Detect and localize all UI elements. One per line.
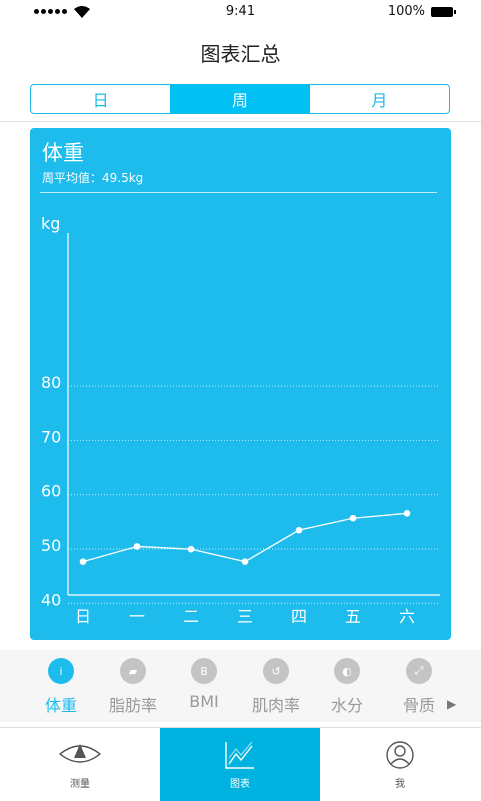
tab-measure[interactable]: 测量: [0, 728, 160, 801]
water-icon: ◐: [334, 658, 360, 684]
bone-icon: ⤢: [406, 658, 432, 684]
period-selector: 日 周 月: [30, 84, 450, 114]
x-tick-label: 四: [291, 607, 307, 626]
chart-icon: [225, 741, 254, 769]
tab-month[interactable]: 月: [310, 85, 449, 113]
metric-fat[interactable]: ▰ 脂肪率: [98, 658, 168, 716]
tab-chart[interactable]: 图表: [160, 728, 320, 801]
status-bar: 9:41 100%: [0, 0, 481, 24]
metric-bone[interactable]: ⤢ 骨质: [384, 658, 454, 716]
tab-day[interactable]: 日: [31, 85, 170, 113]
y-tick-label: 50: [41, 536, 61, 555]
tab-label: 图表: [230, 779, 250, 790]
bottom-tab-bar: 测量 图表 我: [0, 727, 481, 801]
data-point: [79, 558, 87, 565]
weight-chart-card: 体重 周平均值：49.5kg kg304050607080日一二三四五六: [30, 128, 451, 640]
data-point: [403, 510, 411, 517]
metric-label: BMI: [189, 692, 219, 711]
metric-selector: ⅰ 体重 ▰ 脂肪率 B BMI ↺ 肌肉率 ◐ 水分 ⤢ 骨质: [0, 650, 481, 722]
metric-label: 体重: [44, 696, 77, 715]
profile-icon: [386, 741, 414, 769]
x-tick-label: 日: [75, 607, 91, 626]
data-point: [187, 545, 195, 553]
muscle-icon: ↺: [263, 658, 289, 684]
header-divider: [0, 121, 481, 122]
y-tick-label: 80: [41, 373, 61, 392]
x-tick-label: 六: [399, 607, 415, 626]
tab-label: 我: [395, 779, 405, 790]
weight-line-chart: kg304050607080日一二三四五六: [41, 214, 440, 626]
weight-series-line: [82, 512, 408, 563]
data-point: [241, 558, 249, 565]
metric-weight[interactable]: ⅰ 体重: [26, 658, 96, 716]
y-tick-label: 60: [41, 482, 61, 501]
x-tick-label: 三: [237, 607, 253, 626]
metric-muscle[interactable]: ↺ 肌肉率: [241, 658, 311, 716]
data-point: [295, 526, 303, 534]
x-tick-label: 五: [345, 607, 361, 626]
weight-icon: ⅰ: [48, 658, 74, 684]
tab-week[interactable]: 周: [170, 85, 310, 113]
y-tick-label: 40: [41, 590, 61, 609]
y-tick-label: 70: [41, 427, 61, 446]
tab-label: 测量: [70, 779, 90, 790]
scale-icon: [58, 744, 102, 763]
metric-label: 肌肉率: [251, 696, 300, 715]
bmi-icon: B: [191, 658, 217, 684]
tab-profile[interactable]: 我: [320, 728, 480, 801]
data-point: [349, 514, 357, 522]
x-tick-label: 一: [129, 607, 145, 626]
metric-water[interactable]: ◐ 水分: [312, 658, 382, 716]
metric-bmi[interactable]: B BMI: [169, 658, 239, 711]
metric-label: 骨质: [402, 696, 435, 715]
metric-label: 脂肪率: [108, 696, 157, 715]
status-right: 100%: [387, 4, 456, 19]
page-title: 图表汇总: [200, 42, 281, 66]
y-axis-unit: kg: [41, 214, 60, 233]
battery-percent: 100%: [387, 4, 425, 19]
fat-icon: ▰: [120, 658, 146, 684]
battery-icon: [431, 6, 456, 17]
data-point: [133, 543, 141, 550]
x-tick-label: 二: [183, 607, 199, 626]
more-metrics-arrow-icon[interactable]: ▶: [447, 697, 456, 711]
metric-label: 水分: [330, 696, 363, 715]
